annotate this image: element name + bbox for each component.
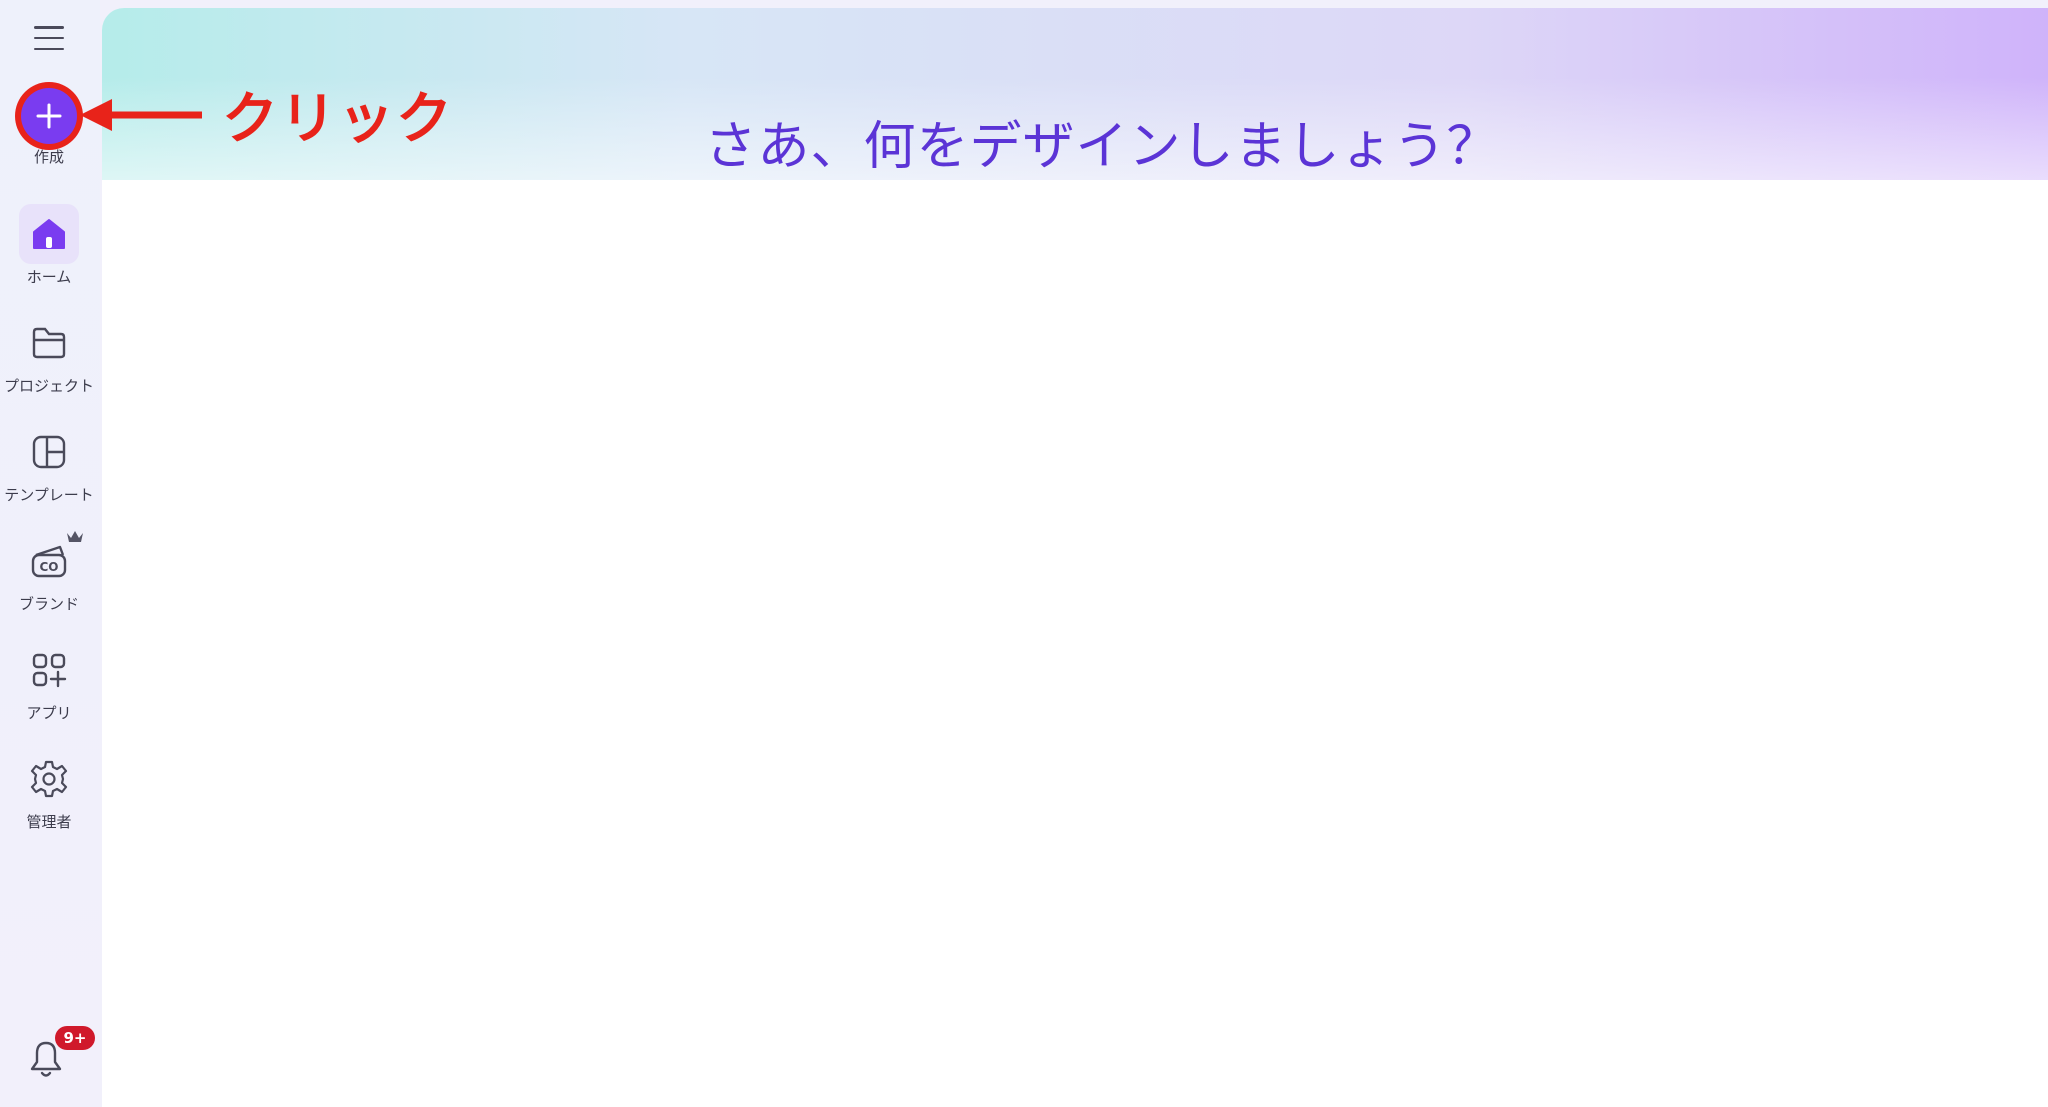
sidebar: 作成 ホーム プロジェクト テンプレート CO ブランド アプリ 管理者 9+ <box>0 0 100 1107</box>
create-button[interactable] <box>15 82 83 150</box>
folder-icon <box>32 327 66 359</box>
hamburger-line-icon <box>34 47 64 50</box>
home-icon <box>33 219 65 249</box>
sidebar-item-brand[interactable]: CO ブランド <box>0 531 98 617</box>
brand-icon-wrap: CO <box>19 531 79 591</box>
home-icon-wrap <box>19 204 79 264</box>
template-icon-wrap <box>19 422 79 482</box>
svg-text:CO: CO <box>39 560 58 574</box>
sidebar-item-label: プロジェクト <box>3 377 94 395</box>
hamburger-line-icon <box>34 36 64 40</box>
sidebar-item-templates[interactable]: テンプレート <box>0 422 98 508</box>
sidebar-item-label: 管理者 <box>26 813 72 831</box>
sidebar-item-label: アプリ <box>26 704 72 722</box>
create-button-inner[interactable] <box>21 88 77 144</box>
plus-icon <box>36 103 62 129</box>
sidebar-item-home[interactable]: ホーム <box>0 204 98 290</box>
sidebar-item-projects[interactable]: プロジェクト <box>0 313 98 399</box>
sidebar-item-label: ホーム <box>26 268 72 286</box>
sidebar-item-label: ブランド <box>18 595 79 613</box>
brand-icon: CO <box>31 545 67 578</box>
sidebar-item-label: テンプレート <box>4 486 94 504</box>
annotation-label: クリック <box>222 87 454 152</box>
apps-icon-wrap <box>19 640 79 700</box>
apps-icon <box>32 653 67 688</box>
hamburger-line-icon <box>34 26 64 29</box>
main-content: さあ、何をデザインしましょう？ <box>102 8 2048 1107</box>
folder-icon-wrap <box>19 313 79 373</box>
gear-icon-wrap <box>19 749 79 809</box>
template-icon <box>32 435 66 469</box>
sidebar-item-apps[interactable]: アプリ <box>0 640 98 726</box>
create-label: 作成 <box>33 148 64 166</box>
app-window: 作成 ホーム プロジェクト テンプレート CO ブランド アプリ 管理者 9+ … <box>0 0 2048 1107</box>
gear-icon <box>30 760 68 798</box>
menu-toggle-button[interactable] <box>34 26 64 50</box>
sidebar-item-admin[interactable]: 管理者 <box>0 749 98 835</box>
notification-count-badge: 9+ <box>55 1026 95 1050</box>
annotation-arrow-icon <box>80 99 202 131</box>
